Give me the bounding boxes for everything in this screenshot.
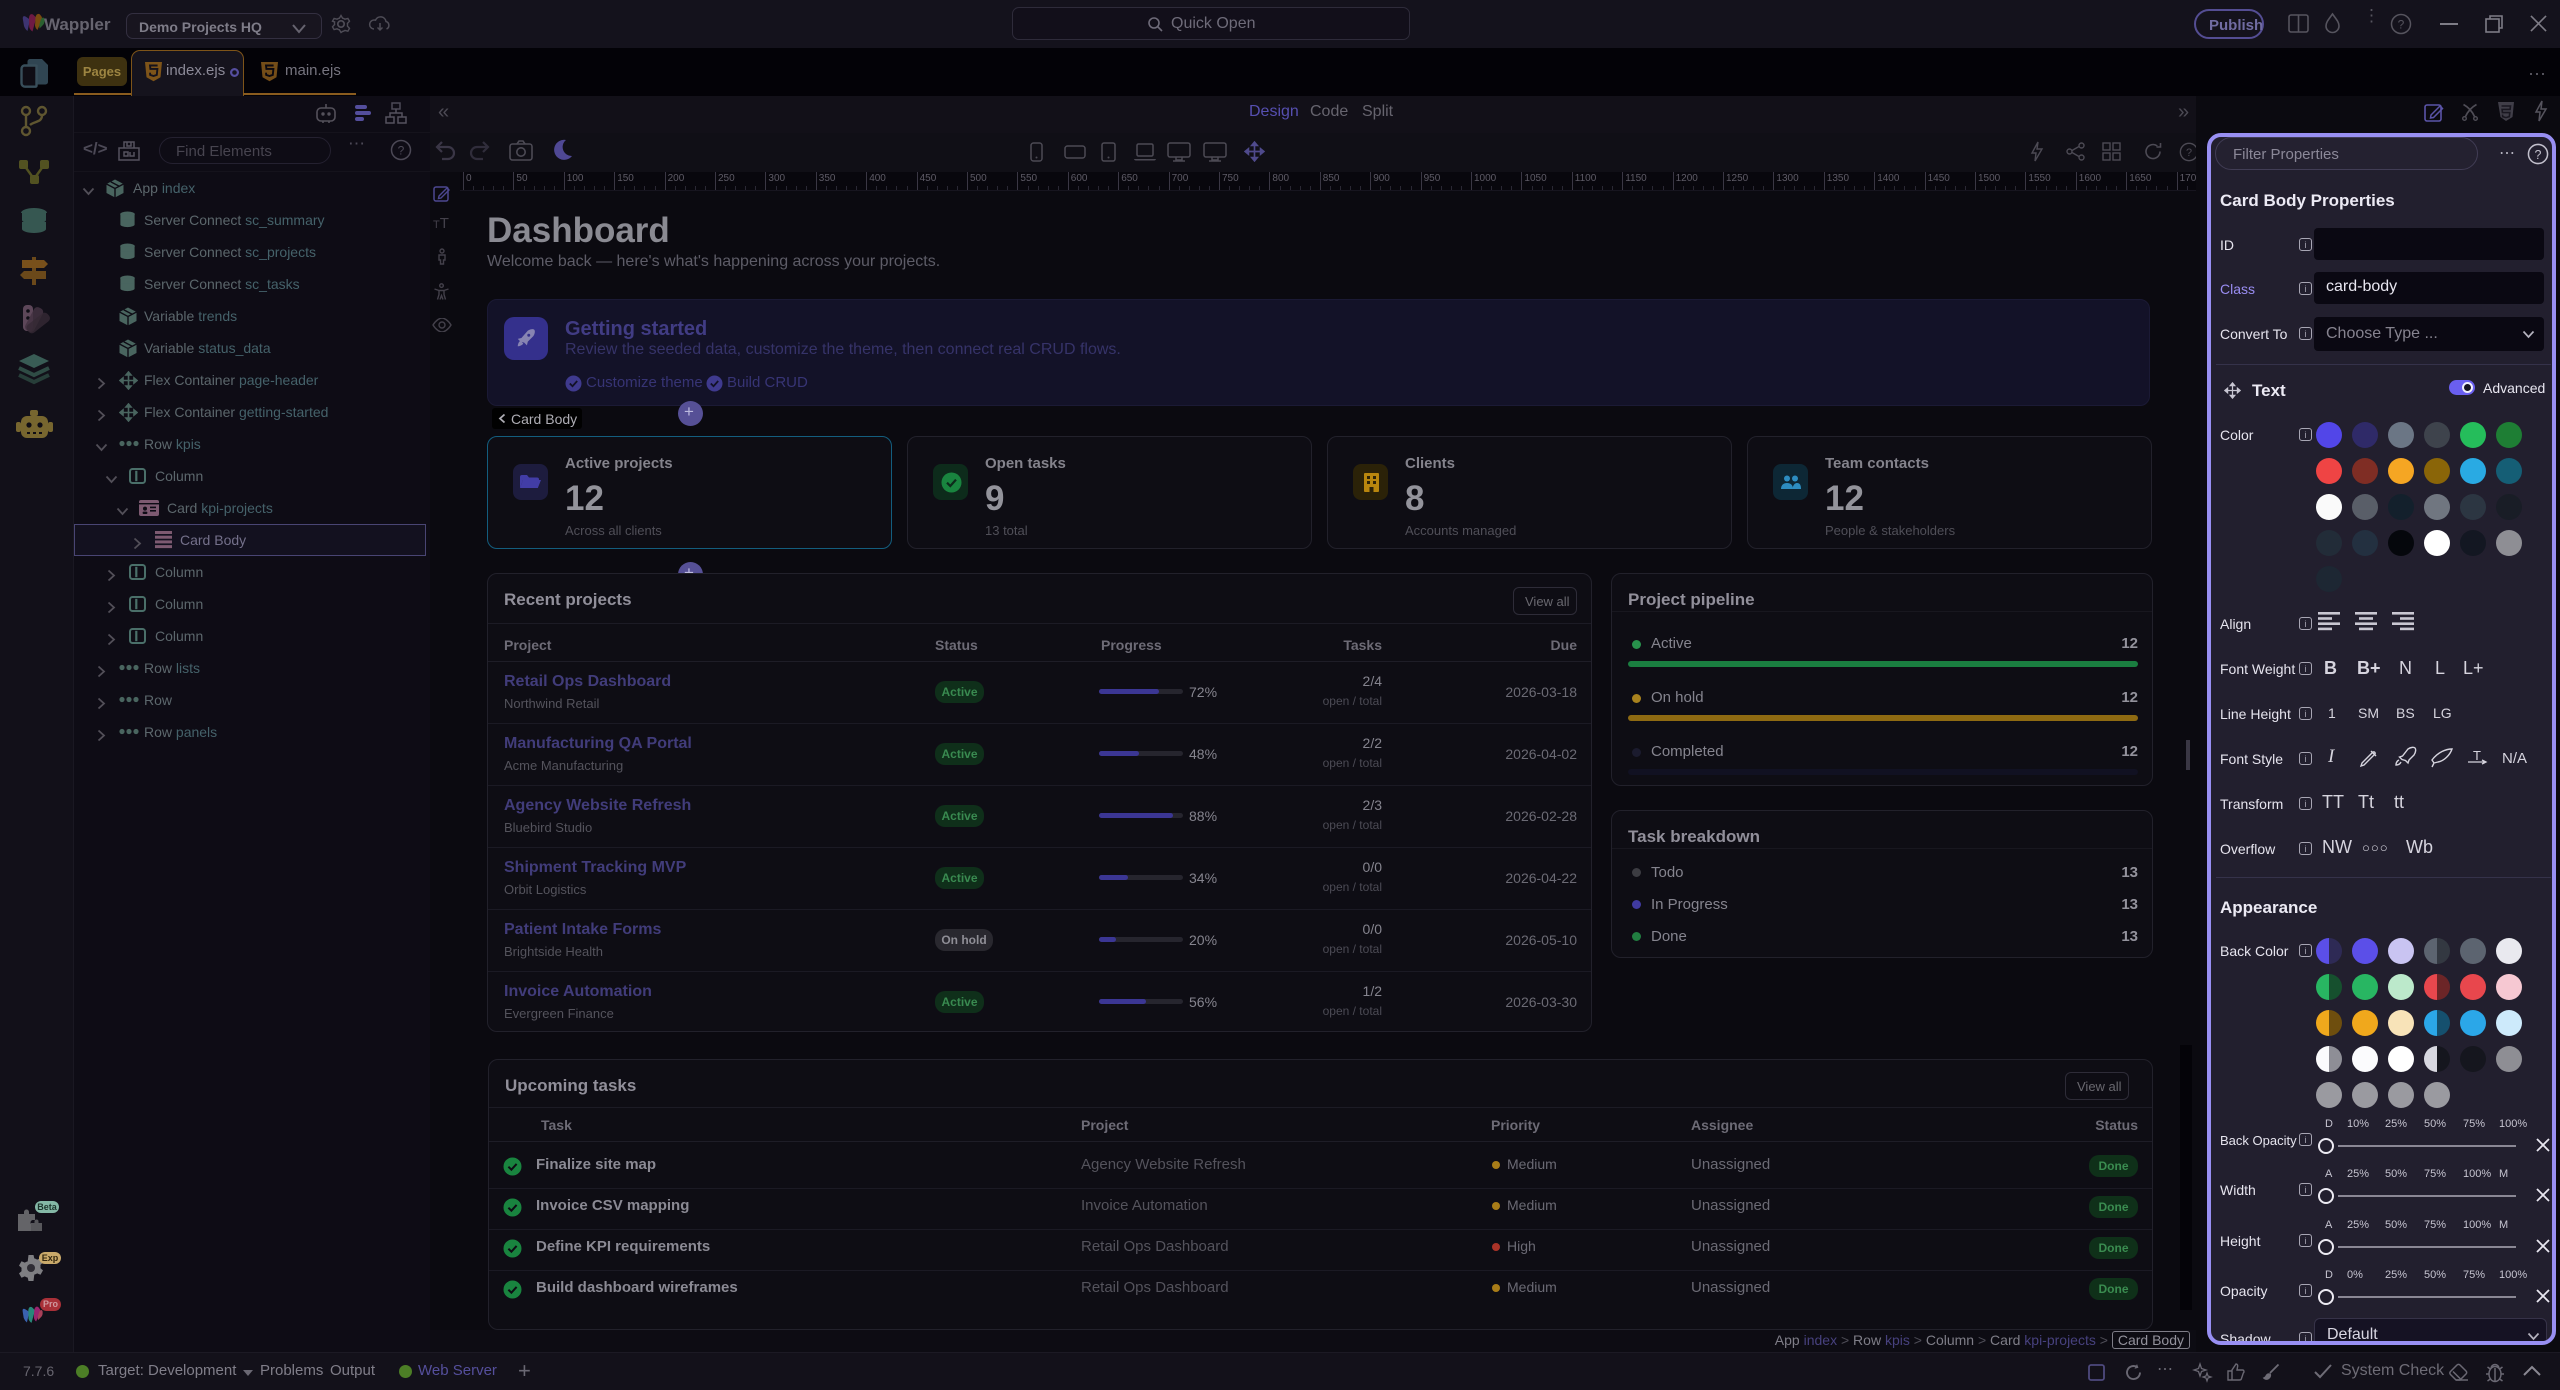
svg-text:?: ? [2535, 148, 2542, 162]
svg-text:?: ? [398, 144, 405, 158]
svg-text:?: ? [2398, 18, 2405, 32]
svg-text:?: ? [2186, 147, 2192, 159]
svg-text:T: T [2473, 748, 2481, 763]
